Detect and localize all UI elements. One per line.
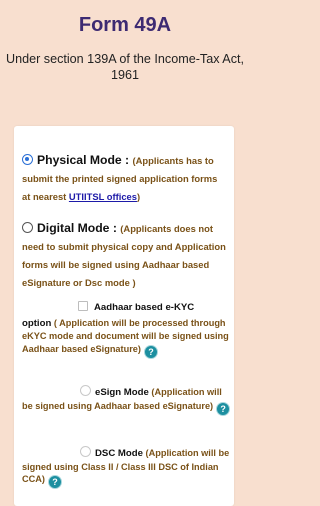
dsc-mode-label: DSC Mode	[95, 448, 143, 459]
aadhaar-ekyc-help-icon[interactable]: ?	[143, 344, 158, 359]
aadhaar-ekyc-option[interactable]: Aadhaar based e-KYC option ( Application…	[22, 301, 232, 359]
esign-mode-label: eSign Mode	[95, 387, 149, 398]
mode-selection-card: Physical Mode : (Applicants has to submi…	[14, 126, 234, 506]
utiitsl-offices-link[interactable]: UTIITSL offices	[69, 191, 137, 202]
physical-mode-label: Physical Mode	[37, 153, 122, 167]
page-title: Form 49A	[78, 14, 172, 36]
dsc-mode-radio[interactable]	[80, 446, 91, 457]
physical-mode-description-end: )	[136, 191, 141, 202]
aadhaar-ekyc-description: ( Application will be processed through …	[22, 317, 229, 354]
digital-mode-option[interactable]: Digital Mode : (Applicants does not need…	[22, 219, 227, 291]
digital-mode-label: Digital Mode	[37, 221, 110, 235]
aadhaar-ekyc-label-line2: option	[22, 317, 52, 329]
digital-mode-separator: :	[109, 221, 121, 235]
dsc-mode-help-icon[interactable]: ?	[47, 475, 62, 489]
physical-mode-separator: :	[121, 153, 133, 167]
aadhaar-ekyc-label: Aadhaar based e-KYC	[94, 302, 195, 313]
page-subtitle: Under section 139A of the Income-Tax Act…	[5, 52, 244, 82]
aadhaar-ekyc-checkbox[interactable]	[78, 301, 88, 311]
digital-mode-radio[interactable]	[22, 222, 33, 233]
dsc-mode-option[interactable]: DSC Mode (Application will be signed usi…	[22, 446, 232, 489]
esign-mode-option[interactable]: eSign Mode (Application will be signed u…	[22, 385, 232, 416]
esign-mode-help-icon[interactable]: ?	[216, 401, 231, 416]
physical-mode-radio[interactable]	[22, 154, 33, 165]
esign-mode-radio[interactable]	[80, 385, 91, 396]
physical-mode-option[interactable]: Physical Mode : (Applicants has to submi…	[22, 151, 227, 205]
